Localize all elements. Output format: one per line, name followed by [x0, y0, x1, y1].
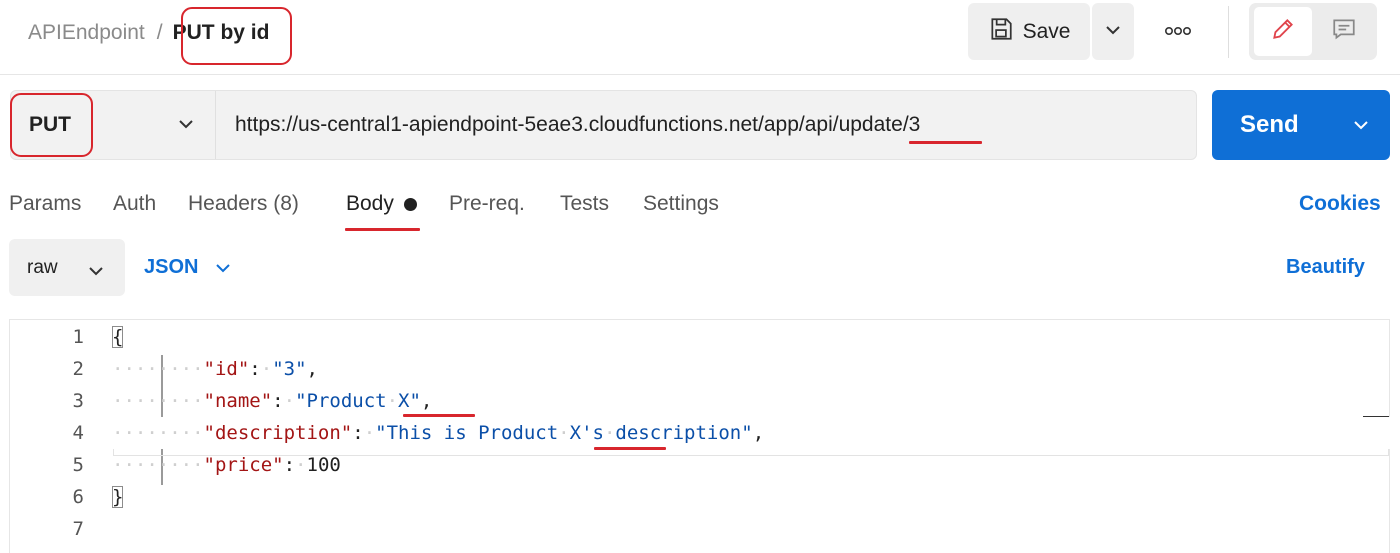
modified-dot-icon	[403, 197, 417, 211]
line-number: 5	[72, 454, 84, 476]
url-prefix: https://us-central1-apiendpoint-5eae3.cl…	[235, 113, 839, 136]
pencil-icon	[1270, 16, 1296, 47]
json-comma: ,	[306, 358, 318, 380]
json-key: "description"	[203, 422, 353, 444]
url-suffix: /3	[902, 113, 921, 136]
code-line: 6 }	[10, 481, 1390, 513]
chevron-down-icon	[1104, 23, 1122, 41]
more-options-icon	[1164, 23, 1192, 41]
tab-headers[interactable]: Headers (8)	[188, 186, 299, 222]
json-comma: ,	[420, 390, 433, 412]
tab-label: Tests	[560, 192, 610, 215]
method-select[interactable]: PUT	[11, 91, 215, 159]
json-value: description"	[615, 422, 753, 444]
code-text: ········"id":·"3",	[112, 358, 318, 380]
body-language-label: JSON	[144, 256, 199, 278]
tab-settings[interactable]: Settings	[643, 186, 719, 222]
save-button[interactable]: Save	[968, 3, 1090, 60]
header-rule	[0, 74, 1400, 75]
json-value-marked: X's	[569, 422, 604, 444]
tab-label: Pre-req.	[449, 192, 525, 215]
save-options-button[interactable]	[1092, 3, 1134, 60]
breadcrumb: APIEndpoint / PUT by id	[28, 18, 269, 48]
request-name[interactable]: PUT by id	[173, 21, 270, 45]
code-editor[interactable]: 1 { 2 ········"id":·"3", 3 ········"name…	[9, 319, 1390, 553]
request-bar: PUT https://us-central1-apiendpoint-5eae…	[10, 90, 1197, 160]
code-line: 5 ········"price":·100	[10, 449, 1390, 481]
tab-pre-request[interactable]: Pre-req.	[449, 186, 525, 222]
tab-params[interactable]: Params	[9, 186, 81, 222]
code-text: ········"name":·"Product·X",	[112, 390, 433, 412]
json-value: "This is Product	[375, 422, 559, 444]
line-number: 3	[72, 390, 84, 412]
close-brace: }	[112, 486, 124, 508]
comment-icon	[1331, 16, 1357, 47]
tab-label: Body	[346, 192, 394, 215]
json-key: "name"	[203, 390, 273, 412]
tab-tests[interactable]: Tests	[560, 186, 609, 222]
code-line: 1 {	[10, 321, 1390, 353]
body-mode-select[interactable]: raw	[9, 239, 125, 296]
method-label: PUT	[29, 113, 71, 136]
json-value-marked: X"	[398, 390, 421, 412]
chevron-down-icon	[87, 261, 105, 283]
code-text: ········"price":·100	[112, 454, 341, 476]
header-divider	[1228, 6, 1229, 58]
code-line: 4 ········"description":·"This is Produc…	[10, 417, 1390, 449]
tab-label: Settings	[643, 192, 719, 215]
breadcrumb-collection[interactable]: APIEndpoint	[28, 21, 145, 45]
line-number: 2	[72, 358, 84, 380]
code-line: 2 ········"id":·"3",	[10, 353, 1390, 385]
json-value: 100	[306, 454, 341, 476]
code-text: ········"description":·"This is Product·…	[112, 422, 765, 444]
open-brace: {	[112, 326, 124, 348]
code-text: }	[112, 486, 124, 508]
comments-button[interactable]	[1315, 7, 1373, 56]
json-key: "id"	[203, 358, 250, 380]
line-number: 4	[72, 422, 84, 444]
json-comma: ,	[752, 422, 765, 444]
code-line: 7	[10, 513, 1390, 545]
line-number: 7	[72, 518, 84, 540]
tab-label: Auth	[113, 192, 157, 215]
chevron-down-icon	[214, 257, 232, 280]
view-toggle	[1249, 3, 1377, 60]
url-divider	[215, 91, 216, 159]
send-label: Send	[1240, 111, 1299, 138]
send-button[interactable]: Send	[1212, 90, 1390, 160]
beautify-button[interactable]: Beautify	[1286, 239, 1365, 296]
line-number: 1	[72, 326, 84, 348]
body-mode-label: raw	[27, 256, 58, 278]
line-number: 6	[72, 486, 84, 508]
url-input[interactable]: https://us-central1-apiendpoint-5eae3.cl…	[235, 91, 920, 159]
code-line: 3 ········"name":·"Product·X",	[10, 385, 1390, 417]
annotation-underline-body-tab	[345, 228, 420, 231]
cookies-link[interactable]: Cookies	[1299, 186, 1381, 222]
code-text: {	[112, 326, 124, 348]
url-segment: update	[838, 113, 903, 136]
tab-auth[interactable]: Auth	[113, 186, 156, 222]
json-value: "Product	[295, 390, 387, 412]
more-options-button[interactable]	[1152, 3, 1204, 60]
tab-label: Headers (8)	[188, 192, 299, 215]
json-value: "3"	[272, 358, 307, 380]
chevron-down-icon	[177, 117, 195, 135]
save-icon	[988, 16, 1014, 48]
edit-mode-button[interactable]	[1254, 7, 1312, 56]
tab-label: Params	[9, 192, 82, 215]
breadcrumb-separator: /	[156, 21, 163, 44]
body-language-select[interactable]: JSON	[144, 239, 232, 296]
save-label: Save	[1022, 19, 1071, 43]
chevron-down-icon[interactable]	[1352, 118, 1370, 136]
json-key: "price"	[203, 454, 284, 476]
tab-body[interactable]: Body	[346, 186, 417, 222]
